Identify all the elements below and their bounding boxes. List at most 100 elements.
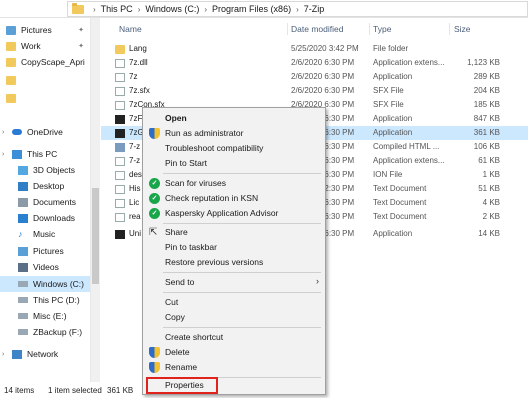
drive-icon: [18, 297, 28, 303]
nav-item-windows-c[interactable]: Windows (C:): [0, 276, 90, 292]
menu-separator: [163, 223, 321, 224]
nav-item-3d-objects[interactable]: 3D Objects: [0, 162, 90, 178]
videos-icon: [18, 262, 28, 272]
3d-objects-icon: [18, 165, 28, 175]
chevron-right-icon: ›: [296, 4, 299, 14]
column-header-name[interactable]: Name: [119, 24, 142, 34]
shield-icon: [149, 362, 160, 373]
menu-separator: [163, 173, 321, 174]
menu-item-cut[interactable]: Cut: [143, 295, 325, 310]
nav-item-network[interactable]: › Network: [0, 346, 90, 362]
chevron-right-icon: ›: [93, 4, 96, 14]
text-file-icon: [115, 185, 125, 194]
menu-item-open[interactable]: Open: [143, 111, 325, 126]
share-icon: ⇱: [149, 227, 158, 238]
nav-item-this-pc[interactable]: › This PC: [0, 146, 90, 162]
nav-item-copyscape[interactable]: CopyScape_Apri: [0, 54, 90, 70]
nav-item-onedrive[interactable]: › OneDrive: [0, 124, 90, 140]
menu-item-copy[interactable]: Copy: [143, 310, 325, 325]
menu-item-check-reputation[interactable]: ✓ Check reputation in KSN: [143, 191, 325, 206]
menu-separator: [163, 292, 321, 293]
7zip-app-icon: [115, 230, 125, 239]
folder-icon: [6, 75, 16, 85]
column-divider[interactable]: [449, 23, 450, 35]
breadcrumb-7zip[interactable]: 7-Zip: [304, 4, 325, 14]
chevron-right-icon[interactable]: ›: [2, 351, 10, 358]
nav-item-work[interactable]: Work ✦: [0, 38, 90, 54]
column-header-type[interactable]: Type: [373, 24, 391, 34]
address-bar: › This PC › Windows (C:) › Program Files (x…: [0, 0, 528, 18]
file-row[interactable]: Lang 5/25/2020 3:42 PM File folder: [101, 42, 528, 56]
nav-item-documents[interactable]: Documents: [0, 194, 90, 210]
menu-item-delete[interactable]: Delete: [143, 345, 325, 360]
menu-item-scan-viruses[interactable]: ✓ Scan for viruses: [143, 176, 325, 191]
nav-item-downloads[interactable]: Downloads: [0, 210, 90, 226]
7zip-app-icon: [115, 129, 125, 138]
nav-item-folder-unnamed-1[interactable]: [0, 72, 90, 88]
chm-file-icon: [115, 143, 125, 152]
chevron-down-icon[interactable]: ›: [2, 151, 10, 158]
onedrive-icon: [12, 129, 22, 135]
menu-item-pin-taskbar[interactable]: Pin to taskbar: [143, 240, 325, 255]
menu-item-troubleshoot[interactable]: Troubleshoot compatibility: [143, 141, 325, 156]
menu-item-share[interactable]: ⇱ Share: [143, 225, 325, 240]
menu-item-properties[interactable]: Properties: [146, 377, 218, 394]
menu-item-rename[interactable]: Rename: [143, 360, 325, 375]
folder-icon: [6, 41, 16, 51]
breadcrumb-program-files[interactable]: Program Files (x86): [212, 4, 291, 14]
text-file-icon: [115, 213, 125, 222]
chevron-right-icon: ›: [204, 4, 208, 14]
status-item-count: 14 items: [4, 385, 35, 395]
pin-icon: ✦: [78, 43, 84, 50]
breadcrumb-this-pc[interactable]: This PC: [101, 4, 133, 14]
breadcrumb-windows-c[interactable]: Windows (C:): [145, 4, 199, 14]
column-header-date[interactable]: Date modified: [291, 24, 343, 34]
nav-item-desktop[interactable]: Desktop: [0, 178, 90, 194]
text-file-icon: [115, 199, 125, 208]
file-icon: [115, 171, 125, 180]
column-header-size[interactable]: Size: [454, 24, 471, 34]
menu-item-run-as-admin[interactable]: Run as administrator: [143, 126, 325, 141]
pictures-folder-icon: [6, 25, 16, 35]
nav-item-folder-unnamed-2[interactable]: [0, 90, 90, 106]
sidebar-scrollbar-thumb[interactable]: [92, 188, 99, 284]
sidebar-scrollbar[interactable]: [90, 18, 100, 382]
file-row[interactable]: 7z 2/6/2020 6:30 PM Application 289 KB: [101, 70, 528, 84]
context-menu: Open Run as administrator Troubleshoot c…: [142, 107, 326, 395]
kaspersky-icon: ✓: [149, 178, 160, 189]
music-icon: ♪: [18, 228, 23, 239]
nav-item-misc-e[interactable]: Misc (E:): [0, 308, 90, 324]
address-path[interactable]: › This PC › Windows (C:) › Program Files (x…: [67, 1, 528, 17]
nav-item-videos[interactable]: Videos: [0, 259, 90, 275]
shield-icon: [149, 347, 160, 358]
menu-item-create-shortcut[interactable]: Create shortcut: [143, 330, 325, 345]
folder-icon: [115, 45, 125, 54]
chevron-right-icon: ›: [316, 276, 319, 286]
status-selected-size: 361 KB: [107, 385, 134, 395]
7zip-app-icon: [115, 115, 125, 124]
sfx-file-icon: [115, 101, 125, 110]
file-row[interactable]: 7z.dll 2/6/2020 6:30 PM Application extens…: [101, 56, 528, 70]
downloads-icon: [18, 213, 28, 223]
nav-item-zbackup-f[interactable]: ZBackup (F:): [0, 324, 90, 340]
menu-separator: [163, 272, 321, 273]
folder-icon: [6, 93, 16, 103]
nav-item-music[interactable]: ♪ Music: [0, 226, 90, 242]
menu-item-pin-to-start[interactable]: Pin to Start: [143, 156, 325, 171]
dll-file-icon: [115, 157, 125, 166]
nav-item-pictures[interactable]: Pictures: [0, 243, 90, 259]
menu-item-kaspersky-advisor[interactable]: ✓ Kaspersky Application Advisor: [143, 206, 325, 221]
drive-icon: [18, 281, 28, 287]
file-row[interactable]: 7z.sfx 2/6/2020 6:30 PM SFX File 204 KB: [101, 84, 528, 98]
menu-item-send-to[interactable]: Send to ›: [143, 275, 325, 290]
desktop-icon: [18, 181, 28, 191]
column-divider[interactable]: [287, 23, 288, 35]
column-divider[interactable]: [369, 23, 370, 35]
nav-item-pictures-quick[interactable]: Pictures ✦: [0, 22, 90, 38]
drive-icon: [18, 313, 28, 319]
kaspersky-icon: ✓: [149, 208, 160, 219]
application-file-icon: [115, 73, 125, 82]
nav-item-this-pc-d[interactable]: This PC (D:): [0, 292, 90, 308]
chevron-right-icon[interactable]: ›: [2, 129, 10, 136]
menu-item-restore-versions[interactable]: Restore previous versions: [143, 255, 325, 270]
